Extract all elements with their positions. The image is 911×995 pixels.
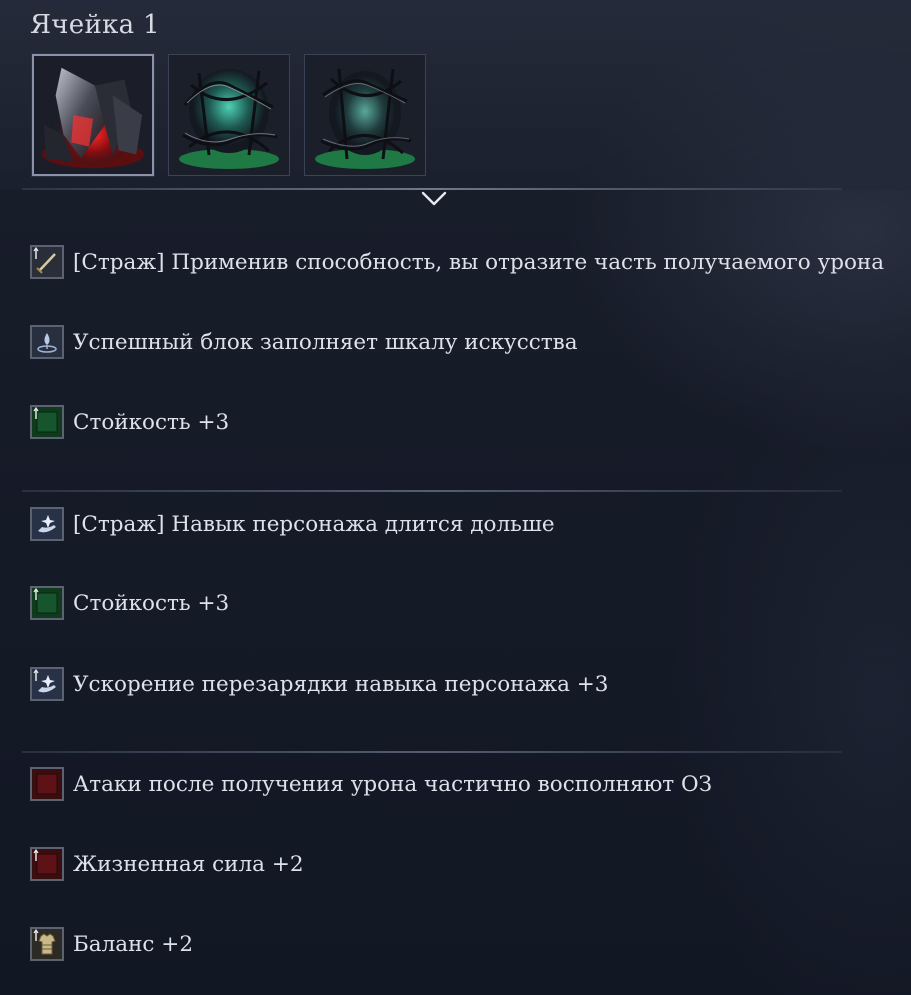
skill-hand-icon [30,667,64,701]
effect-row: Ускорение перезарядки навыка персонажа +… [30,664,608,704]
sword-up-icon [30,245,64,279]
green-stat-up-icon [30,405,64,439]
armor-up-icon [30,927,64,961]
red-stat-up-icon [30,847,64,881]
effect-text: Ускорение перезарядки навыка персонажа +… [73,671,609,697]
green-stat-up-icon [30,586,64,620]
red-crystal-relic-icon [34,56,152,174]
relic-slot-2[interactable] [168,54,290,176]
effect-text: Баланс +2 [73,931,193,957]
effect-row: Стойкость +3 [30,583,229,623]
effect-text: Атаки после получения урона частично вос… [73,771,713,797]
effect-row: Баланс +2 [30,924,193,964]
green-thorn-relic-icon [305,55,425,175]
red-stat-icon [30,767,64,801]
effect-row: [Страж] Навык персонажа длится дольше [30,504,555,544]
effect-text: [Страж] Навык персонажа длится дольше [73,511,555,537]
slot-title: Ячейка 1 [30,10,160,40]
effect-text: Стойкость +3 [73,409,230,435]
effect-row: [Страж] Применив способность, вы отразит… [30,242,884,282]
effect-text: Успешный блок заполняет шкалу искусства [73,329,578,355]
effect-text: Жизненная сила +2 [73,851,304,877]
effect-row: Атаки после получения урона частично вос… [30,764,712,804]
effect-text: Стойкость +3 [73,590,230,616]
group-divider [22,490,842,492]
skill-hand-icon [30,507,64,541]
effect-text: [Страж] Применив способность, вы отразит… [73,249,885,275]
relic-slot-3[interactable] [304,54,426,176]
chevron-down-icon[interactable] [419,186,449,210]
relic-slot-1[interactable] [32,54,154,176]
green-thorn-relic-icon [169,55,289,175]
group-divider [22,751,842,753]
effect-row: Успешный блок заполняет шкалу искусства [30,322,578,362]
skill-fountain-icon [30,325,64,359]
effect-row: Жизненная сила +2 [30,844,304,884]
effect-row: Стойкость +3 [30,402,229,442]
